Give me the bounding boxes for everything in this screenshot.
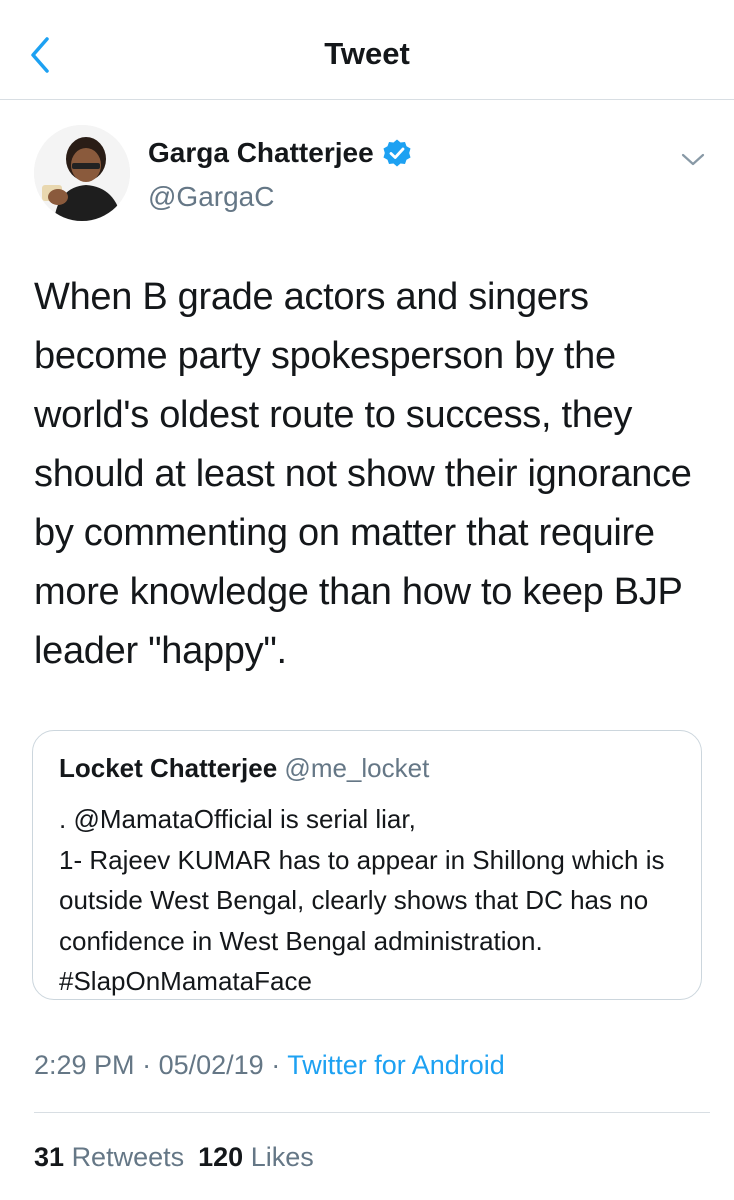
tweet-author: Garga Chatterjee @GargaC (34, 125, 705, 225)
avatar[interactable] (34, 125, 130, 221)
likes-stat[interactable]: 120 Likes (198, 1142, 314, 1172)
engagement-stats: 31 Retweets 120 Likes (34, 1142, 314, 1173)
retweets-count: 31 (34, 1142, 65, 1172)
retweets-stat[interactable]: 31 Retweets (34, 1142, 184, 1172)
quoted-tweet-text: . @MamataOfficial is serial liar, 1- Raj… (59, 804, 665, 996)
retweets-label: Retweets (71, 1142, 185, 1172)
tweet-time: 2:29 PM (34, 1050, 135, 1080)
author-name-row: Garga Chatterjee (148, 137, 412, 169)
divider (34, 1112, 710, 1113)
likes-count: 120 (198, 1142, 244, 1172)
quoted-tweet-header: Locket Chatterjee @me_locket (59, 753, 429, 784)
meta-separator: · (142, 1050, 159, 1080)
tweet-text: When B grade actors and singers become p… (34, 276, 692, 672)
top-nav-bar: Tweet (0, 0, 734, 100)
author-handle[interactable]: @GargaC (148, 181, 274, 213)
meta-separator: · (271, 1050, 288, 1080)
tweet-date: 05/02/19 (158, 1050, 264, 1080)
page-title: Tweet (324, 36, 410, 71)
quoted-author-name: Locket Chatterjee (59, 753, 278, 783)
tweet-source-link[interactable]: Twitter for Android (287, 1050, 505, 1080)
author-name[interactable]: Garga Chatterjee (148, 137, 374, 169)
verified-badge-icon (383, 139, 411, 167)
avatar-image (34, 125, 130, 221)
chevron-down-icon[interactable] (678, 145, 708, 175)
tweet-metadata: 2:29 PM · 05/02/19 · Twitter for Android (34, 1050, 505, 1081)
quoted-tweet[interactable]: Locket Chatterjee @me_locket . @MamataOf… (32, 730, 702, 1000)
quoted-author-handle: @me_locket (284, 753, 430, 783)
likes-label: Likes (250, 1142, 314, 1172)
